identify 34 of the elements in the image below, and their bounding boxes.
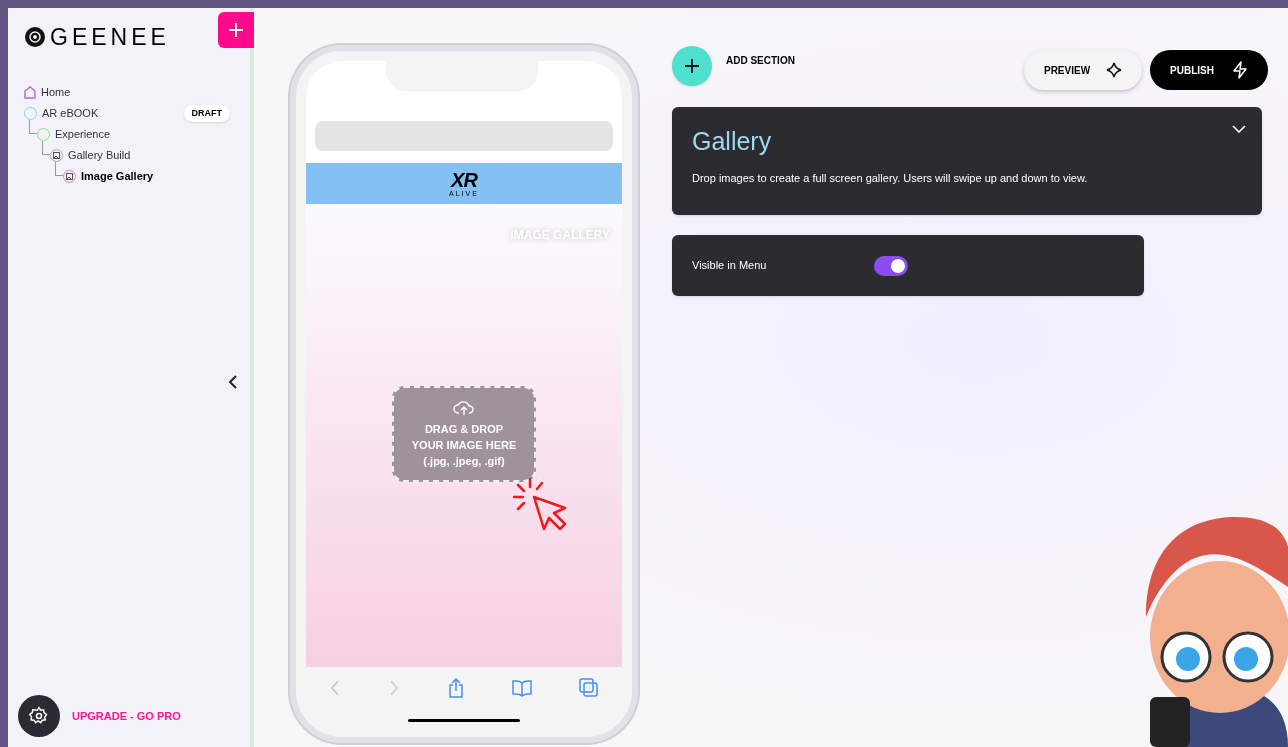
drop-zone-text: DRAG & DROP [424,422,504,437]
logo-icon [24,26,46,48]
tree-item[interactable]: AR eBOOK [24,105,99,122]
brand-logo: GEENEE [50,22,170,52]
lightning-icon [1232,61,1248,79]
settings-button[interactable] [18,695,60,737]
tree-item[interactable]: Experience [37,126,111,143]
share-icon[interactable] [447,678,465,698]
panel-title: Gallery [692,129,773,154]
add-button[interactable] [218,12,254,48]
collapse-icon[interactable] [228,375,238,389]
drop-zone-text: YOUR IMAGE HERE [411,438,517,453]
drop-zone-text: (.jpg, .jpeg, .gif) [423,454,505,469]
status-badge: DRAFT [183,104,230,123]
upload-icon [453,399,475,417]
sparkle-icon [1106,62,1123,78]
tree-item[interactable]: Home [24,84,71,101]
setting-label: Visible in Menu [692,258,768,274]
toggle-switch[interactable] [874,255,908,276]
home-icon [24,86,36,99]
panel-description: Drop images to create a full screen gallery. Users will swipe up and down to view. [692,171,1089,186]
tabs-icon[interactable] [578,678,599,698]
image-icon [63,170,76,183]
publish-button[interactable]: PUBLISH [1150,50,1268,90]
preview-button[interactable]: PREVIEW [1023,50,1143,90]
settings-icon [29,706,49,726]
banner-logo: XR [451,170,477,190]
tree-item[interactable]: Image Gallery [63,168,154,185]
tree-item[interactable]: Gallery Build [50,147,131,164]
add-section-button[interactable]: ADD SECTION [672,46,795,86]
book-icon[interactable] [511,679,532,697]
plus-icon [227,21,245,39]
image-icon [50,149,63,162]
chevron-icon[interactable] [1232,125,1246,133]
